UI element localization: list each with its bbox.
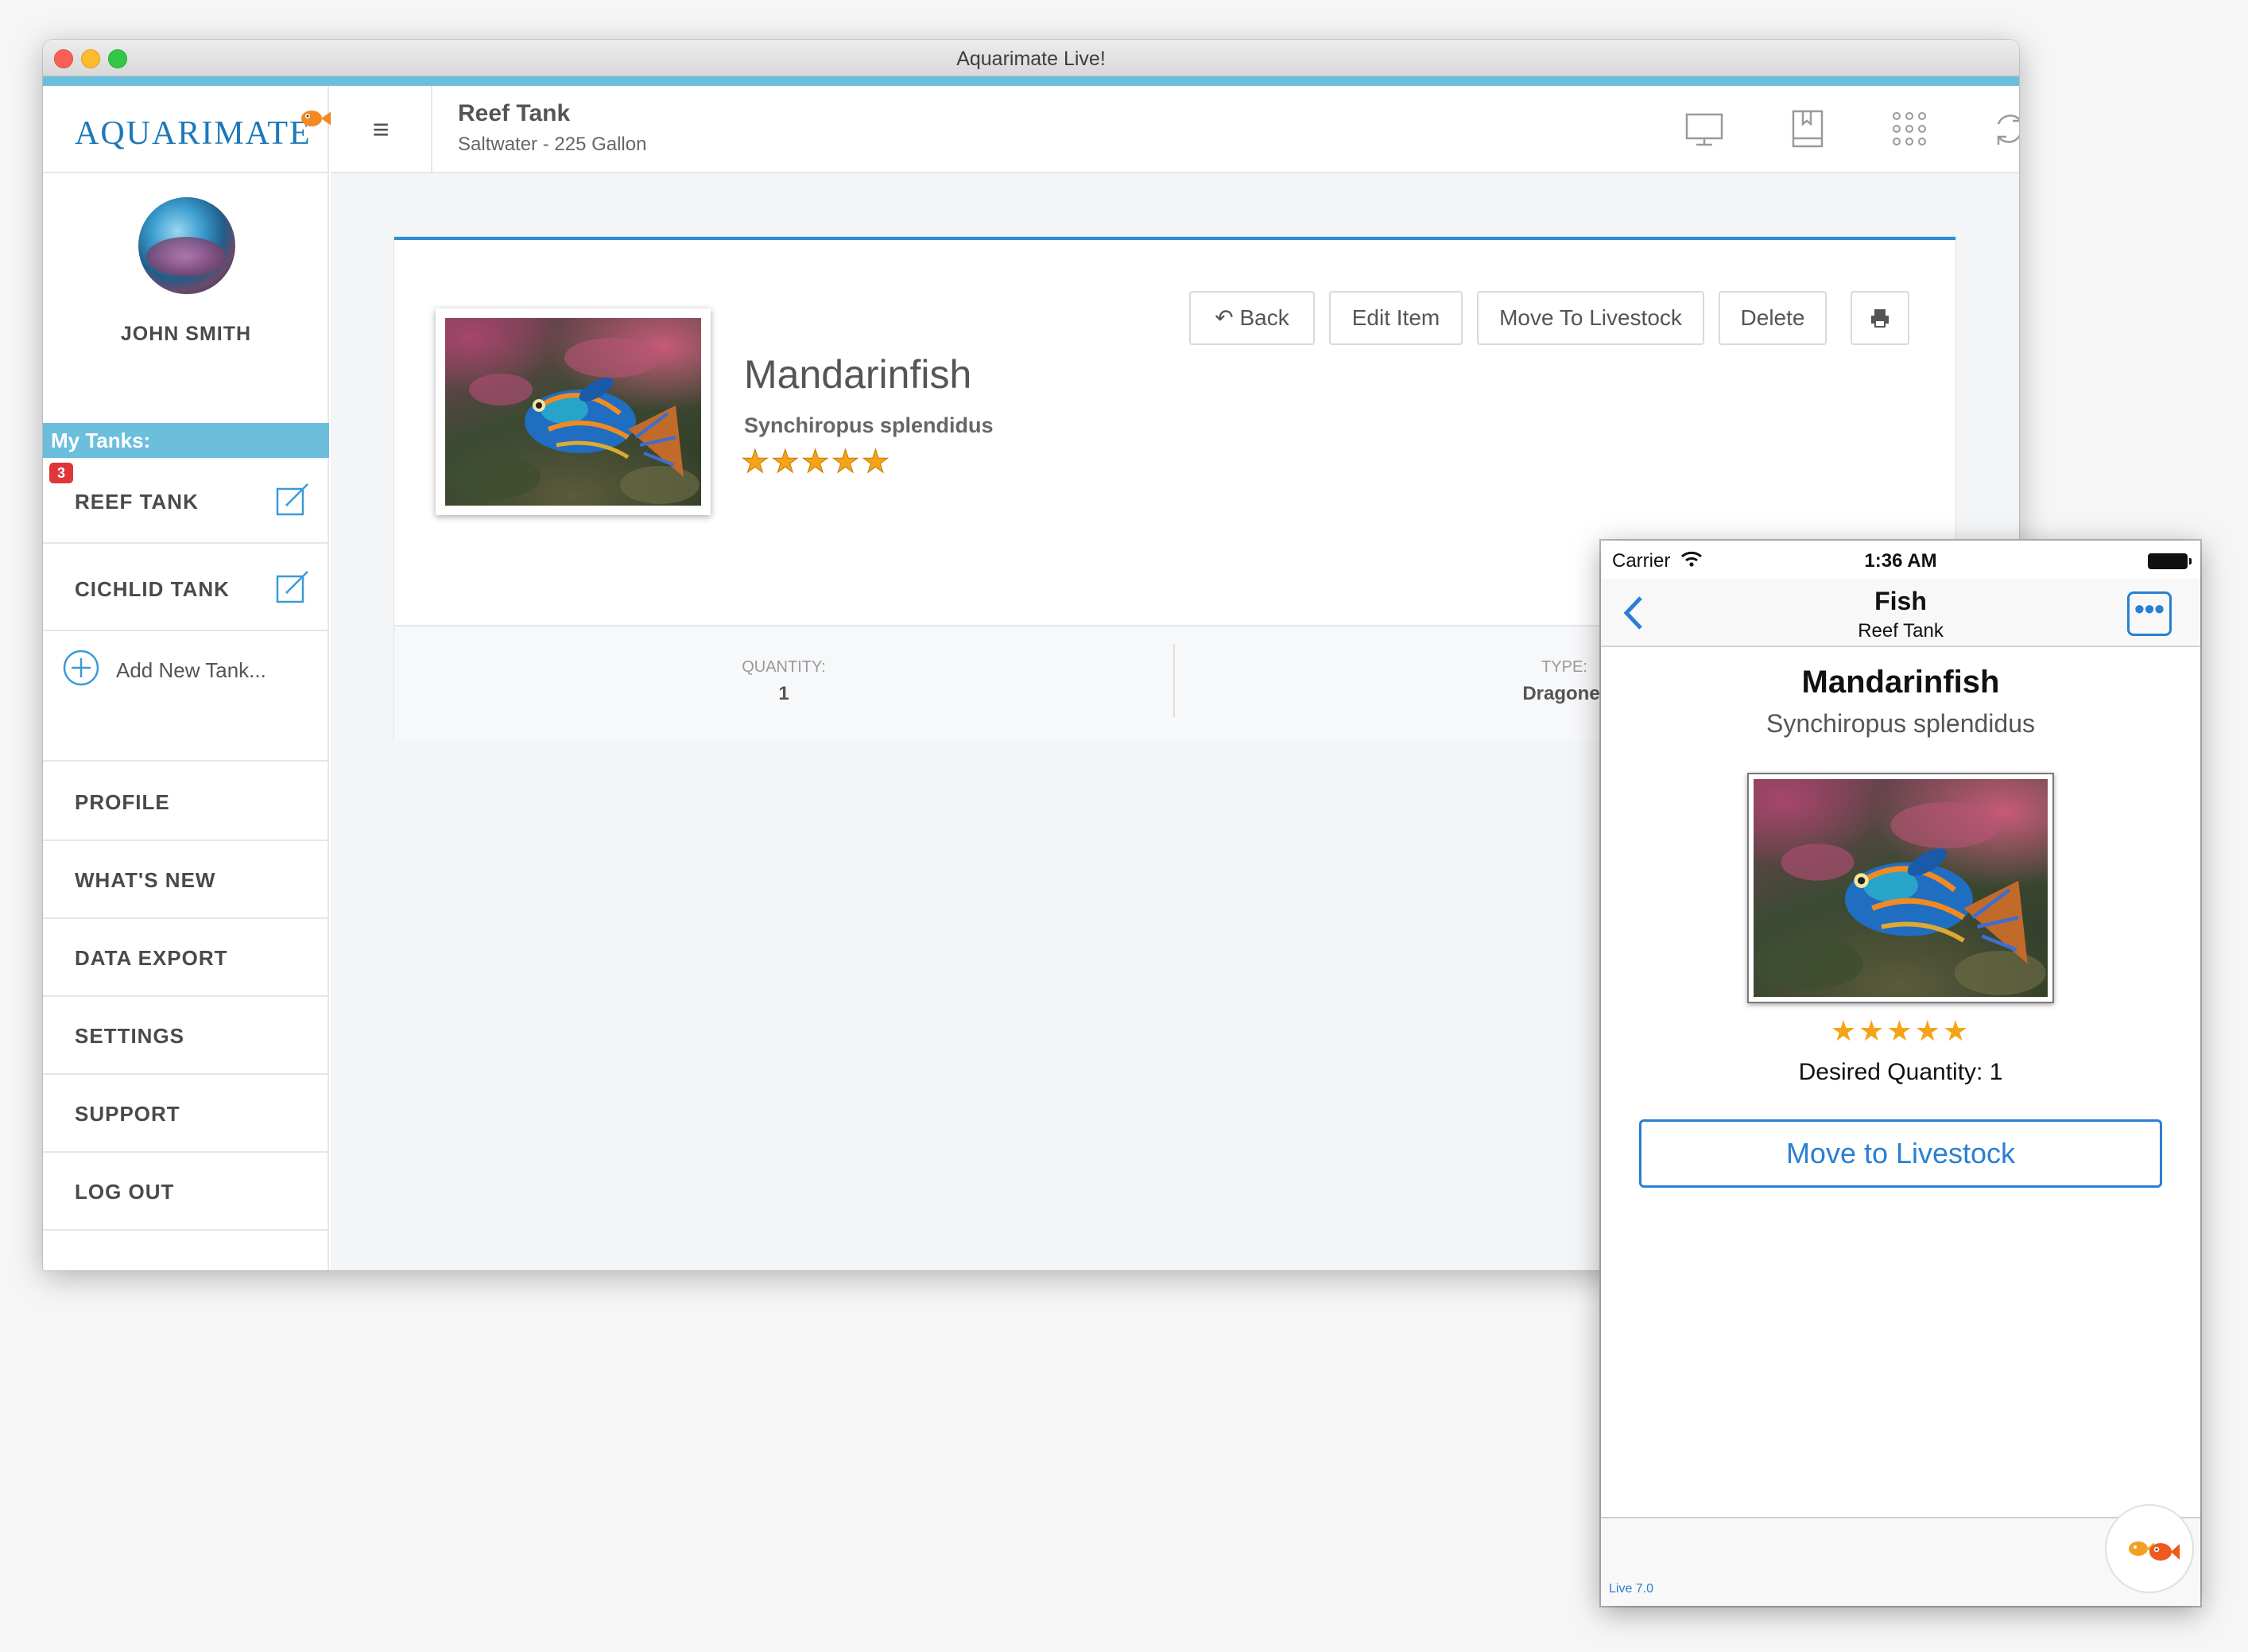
profile-section[interactable]: JOHN SMITH xyxy=(43,175,329,382)
desired-quantity-value: 1 xyxy=(1989,1059,2003,1085)
item-name: Mandarinfish xyxy=(744,352,972,397)
version-label: Live 7.0 xyxy=(1609,1582,1654,1596)
back-button[interactable]: ↶ Back xyxy=(1189,291,1315,345)
notification-badge: 3 xyxy=(49,463,73,483)
logo-area[interactable]: AQUARIMATE xyxy=(43,86,332,173)
add-new-tank-label: Add New Tank... xyxy=(116,658,266,682)
scientific-name: Synchiropus splendidus xyxy=(744,413,994,437)
mandarinfish-image xyxy=(445,338,700,504)
back-button-label: Back xyxy=(1239,305,1289,330)
phone-fish-photo-image xyxy=(1754,779,2048,997)
fish-menu-button[interactable] xyxy=(2105,1504,2194,1593)
phone-screen: Carrier 1:36 AM Fish Reef Tank ••• Manda… xyxy=(1601,541,2200,1606)
phone-nav-subtitle: Reef Tank xyxy=(1858,620,1944,642)
printer-icon xyxy=(1871,309,1889,328)
sidebar-item-data-export[interactable]: DATA EXPORT xyxy=(43,919,329,997)
phone-bottom-bar: Live 7.0 xyxy=(1601,1504,2200,1606)
status-bar: Carrier 1:36 AM xyxy=(1601,541,2200,579)
phone-fish-photo xyxy=(1747,773,2054,1003)
tank-label: CICHLID TANK xyxy=(75,577,230,601)
monitor-icon[interactable] xyxy=(1682,107,1727,151)
tank-label: REEF TANK xyxy=(75,490,199,514)
delete-button[interactable]: Delete xyxy=(1719,291,1827,345)
plus-circle-icon xyxy=(63,650,99,686)
sidebar-item-profile[interactable]: PROFILE xyxy=(43,763,329,841)
sidebar-item-reef-tank[interactable]: 3 REEF TANK xyxy=(43,458,329,544)
mandarinfish-image xyxy=(1754,802,2046,995)
more-options-icon[interactable]: ••• xyxy=(2127,591,2172,636)
sidebar-item-cichlid-tank[interactable]: CICHLID TANK xyxy=(43,545,329,631)
stat-value: 1 xyxy=(778,683,789,704)
status-time: 1:36 AM xyxy=(1864,550,1937,572)
sidebar-item-log-out[interactable]: LOG OUT xyxy=(43,1153,329,1231)
print-button[interactable] xyxy=(1851,291,1909,345)
battery-icon xyxy=(2148,553,2192,569)
sidebar-item-support[interactable]: SUPPORT xyxy=(43,1075,329,1153)
sidebar: AQUARIMATE JOHN SMITH My Tanks: 3 REEF T… xyxy=(43,86,332,1270)
phone-nav-title: Fish xyxy=(1874,587,1927,615)
phone-move-to-livestock-button[interactable]: Move to Livestock xyxy=(1639,1119,2162,1188)
refresh-icon[interactable] xyxy=(1987,107,2019,151)
stat-quantity: QUANTITY: 1 xyxy=(394,658,1173,705)
book-icon[interactable] xyxy=(1785,107,1830,151)
tank-title: Reef Tank xyxy=(458,100,571,126)
stat-label: QUANTITY: xyxy=(742,658,826,676)
edit-icon[interactable] xyxy=(275,569,310,604)
edit-icon[interactable] xyxy=(275,482,310,517)
header: ≡ Reef Tank Saltwater - 225 Gallon xyxy=(331,86,2019,173)
reply-arrow-icon: ↶ xyxy=(1215,305,1234,330)
logo-text: AQUARIMATE xyxy=(75,115,312,152)
move-to-livestock-button[interactable]: Move To Livestock xyxy=(1477,291,1704,345)
phone-scientific-name: Synchiropus splendidus xyxy=(1766,709,2035,738)
window-title: Aquarimate Live! xyxy=(956,48,1106,70)
sidebar-item-whats-new[interactable]: WHAT'S NEW xyxy=(43,841,329,919)
avatar[interactable] xyxy=(138,197,235,294)
title-bar: Aquarimate Live! xyxy=(43,40,2019,76)
fish-logo-icon xyxy=(2129,1541,2180,1561)
grid-icon[interactable] xyxy=(1887,107,1932,151)
edit-item-button[interactable]: Edit Item xyxy=(1329,291,1463,345)
tank-subtitle: Saltwater - 225 Gallon xyxy=(458,134,647,155)
fish-photo-image xyxy=(445,318,701,506)
phone-item-name: Mandarinfish xyxy=(1801,665,2000,700)
menu-icon[interactable]: ≡ xyxy=(331,86,432,173)
fish-photo xyxy=(436,308,711,515)
my-tanks-header: My Tanks: xyxy=(43,423,329,458)
accent-bar xyxy=(43,76,2019,86)
star-rating: ★★★★★ xyxy=(740,444,892,480)
desired-quantity-label: Desired Quantity: xyxy=(1798,1059,1983,1085)
username: JOHN SMITH xyxy=(120,323,252,345)
desired-quantity: Desired Quantity: 1 xyxy=(1601,1059,2200,1086)
phone-nav-bar: Fish Reef Tank ••• xyxy=(1601,579,2200,647)
add-new-tank-button[interactable]: Add New Tank... xyxy=(43,633,329,762)
phone-star-rating: ★★★★★ xyxy=(1830,1014,1971,1047)
sidebar-item-settings[interactable]: SETTINGS xyxy=(43,997,329,1075)
